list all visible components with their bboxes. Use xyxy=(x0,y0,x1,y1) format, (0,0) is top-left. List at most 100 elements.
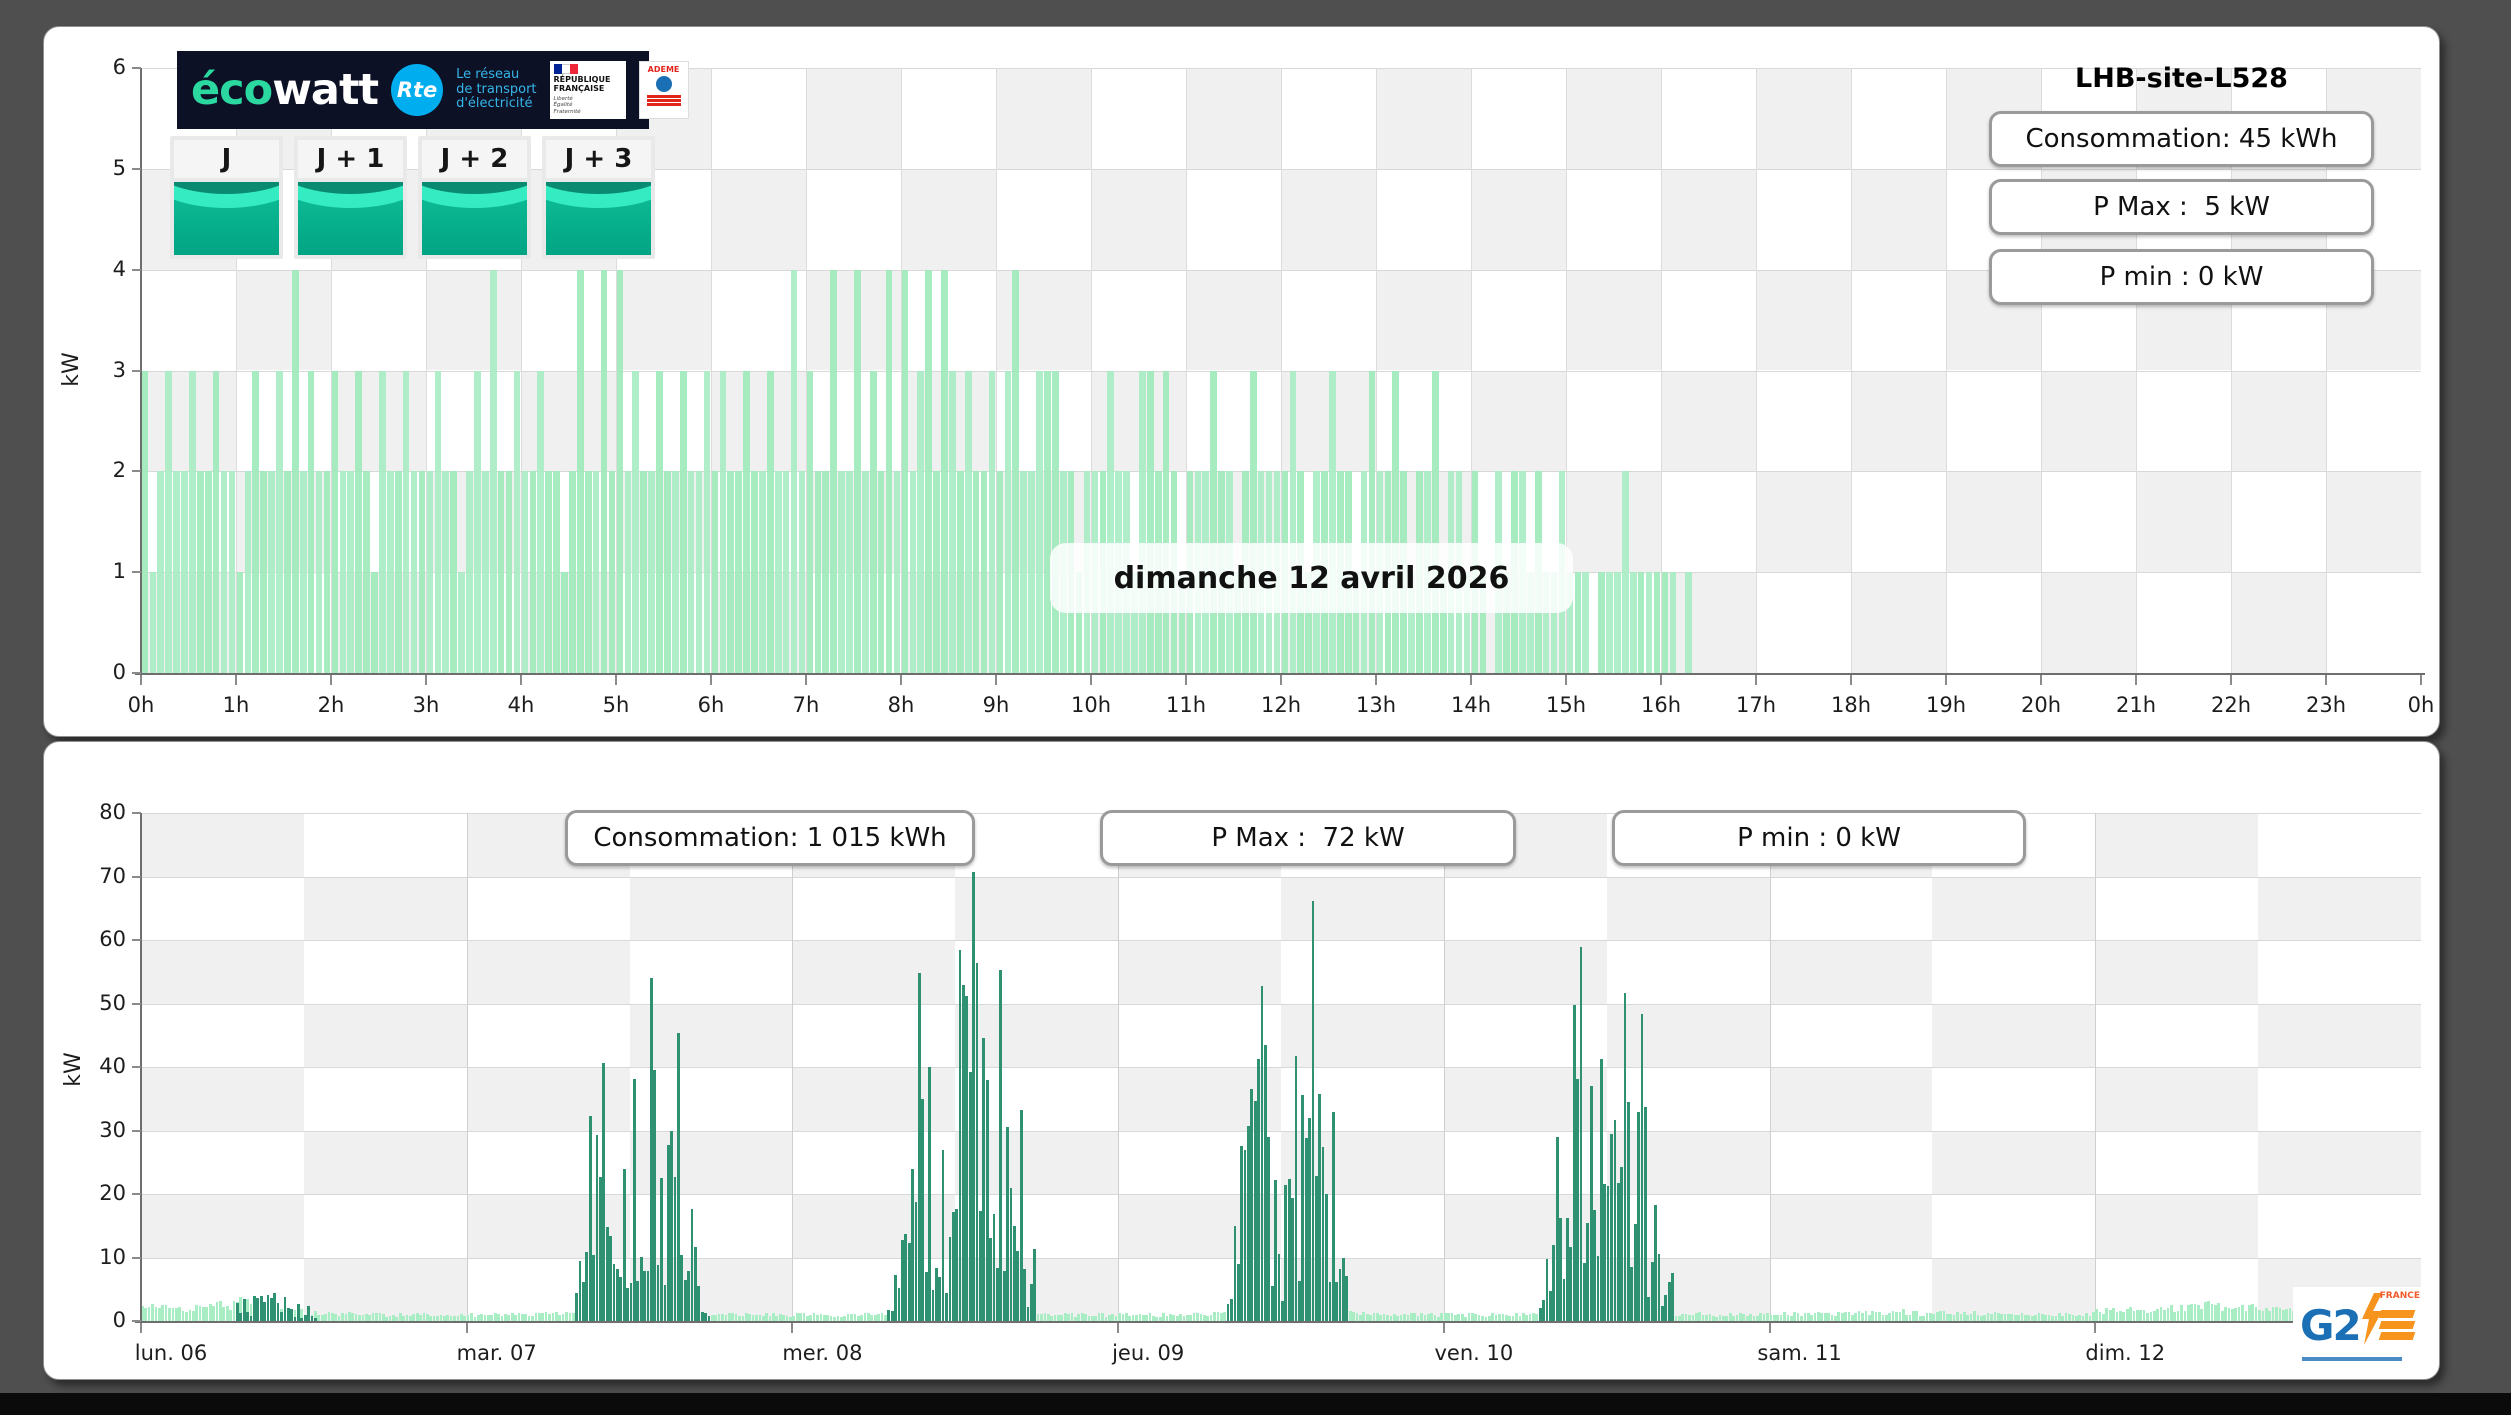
weekly-base-bar xyxy=(2037,1313,2041,1321)
daily-consumption-bar xyxy=(759,471,766,673)
x-tick xyxy=(1660,675,1662,685)
daily-consumption-bar xyxy=(1139,370,1146,673)
daily-consumption-bar xyxy=(553,471,560,673)
weekly-base-bar xyxy=(1199,1314,1203,1321)
weekly-base-bar xyxy=(2224,1306,2227,1321)
weekly-base-bar xyxy=(880,1313,884,1321)
weekly-base-bar xyxy=(1874,1311,1878,1321)
daily-consumption-bar xyxy=(1574,572,1582,673)
weekly-base-bar xyxy=(734,1313,738,1321)
weekly-base-bar xyxy=(1040,1314,1043,1321)
weekly-base-bar xyxy=(1925,1313,1929,1321)
weekly-base-bar xyxy=(2139,1309,2143,1321)
daily-consumption-bar xyxy=(379,370,386,673)
weekly-base-bar xyxy=(1912,1310,1915,1321)
daily-consumption-bar xyxy=(497,471,505,673)
daily-consumption-bar xyxy=(157,471,165,673)
gridline xyxy=(141,1130,2421,1132)
weekly-base-bar xyxy=(378,1313,382,1321)
weekly-base-bar xyxy=(1036,1314,1040,1321)
weekly-peak-bar xyxy=(283,1296,287,1321)
weekly-base-bar xyxy=(412,1313,416,1321)
x-tick-label: 0h xyxy=(2407,693,2435,717)
grid-cell xyxy=(1756,471,1851,573)
weekly-peak-bar xyxy=(1633,1223,1637,1321)
weekly-base-bar xyxy=(2142,1310,2146,1321)
x-tick-label: 1h xyxy=(222,693,250,717)
weekly-base-bar xyxy=(812,1312,816,1321)
weekly-base-bar xyxy=(1111,1313,1115,1321)
weekly-base-bar xyxy=(157,1307,161,1321)
grid-cell xyxy=(629,876,793,940)
weekly-peak-bar xyxy=(955,1208,959,1321)
grid-cell xyxy=(1851,168,1946,270)
weekly-base-bar xyxy=(1460,1314,1464,1321)
grid-cell xyxy=(1376,269,1471,371)
weekly-peak-bar xyxy=(1267,1136,1271,1321)
weekly-base-bar xyxy=(1864,1311,1868,1321)
weekly-base-bar xyxy=(1430,1312,1433,1321)
weekly-base-bar xyxy=(2247,1304,2251,1321)
x-tick xyxy=(1185,675,1187,685)
forecast-tile-j3[interactable]: J + 3 xyxy=(542,136,655,259)
daily-consumption-bar xyxy=(284,471,291,673)
daily-consumption-bar xyxy=(869,370,877,673)
weekly-base-bar xyxy=(375,1313,378,1321)
gridline xyxy=(1769,813,1771,1321)
daily-pmax-box: P Max : 5 kW xyxy=(1989,179,2374,235)
weekly-peak-bar xyxy=(1637,1111,1641,1321)
weekly-base-bar xyxy=(1996,1313,2000,1321)
weekly-base-bar xyxy=(2251,1303,2255,1321)
weekly-peak-bar xyxy=(653,1069,657,1321)
weekly-peak-bar xyxy=(887,1310,891,1321)
x-tick-label: ven. 10 xyxy=(1434,1341,1514,1365)
weekly-peak-bar xyxy=(636,1281,640,1321)
weekly-base-bar xyxy=(717,1313,721,1321)
daily-consumption-bar xyxy=(236,572,244,673)
ecowatt-logo: écowatt xyxy=(191,65,379,115)
forecast-tile-j[interactable]: J xyxy=(170,136,283,259)
daily-consumption-bar xyxy=(363,471,370,673)
weekly-peak-bar xyxy=(1542,1300,1546,1321)
daily-chart-panel: 0h 1h 2h 3h 4h 5h 6h 7h 8h 9h 10h 11h 12h 13h 14h 15h 16… xyxy=(43,26,2440,737)
weekly-base-bar xyxy=(1796,1312,1800,1321)
x-tick xyxy=(1945,675,1947,685)
gridline xyxy=(1946,68,1947,673)
weekly-plot-area[interactable]: lun. 06 mar. 07 mer. 08 jeu. 09 ven. 10 sam. … xyxy=(99,800,2425,1365)
daily-consumption-bar xyxy=(276,370,283,673)
daily-consumption-bar xyxy=(656,370,663,673)
weekly-peak-bar xyxy=(1260,985,1264,1321)
weekly-peak-bar xyxy=(683,1280,687,1321)
x-tick xyxy=(791,1323,794,1333)
weekly-peak-bar xyxy=(1661,1305,1664,1321)
x-tick xyxy=(1117,1323,1120,1333)
daily-consumption-bar xyxy=(1052,370,1059,673)
weekly-peak-bar xyxy=(673,1177,677,1321)
weekly-base-bar xyxy=(1077,1314,1081,1321)
grid-cell xyxy=(2258,1130,2421,1194)
x-tick xyxy=(1565,675,1567,685)
forecast-tile-j1[interactable]: J + 1 xyxy=(294,136,407,259)
y-tick xyxy=(132,1066,141,1068)
x-tick xyxy=(1375,675,1377,685)
weekly-base-bar xyxy=(1962,1312,1966,1321)
daily-consumption-bar xyxy=(988,370,996,673)
daily-consumption-bar xyxy=(331,370,339,673)
daily-consumption-bar xyxy=(838,471,845,673)
weekly-peak-bar xyxy=(1270,1285,1274,1321)
weekly-base-bar xyxy=(877,1314,880,1321)
weekly-peak-bar xyxy=(687,1271,691,1321)
weekly-peak-bar xyxy=(619,1276,623,1321)
weekly-peak-bar xyxy=(286,1308,290,1321)
weekly-base-bar xyxy=(2241,1305,2244,1321)
weekly-base-bar xyxy=(2261,1311,2265,1321)
daily-consumption-bar xyxy=(1329,370,1336,673)
weekly-base-bar xyxy=(850,1313,853,1321)
weekly-base-bar xyxy=(2217,1302,2221,1321)
weekly-base-bar xyxy=(2220,1310,2224,1321)
weekly-base-bar xyxy=(2169,1305,2173,1321)
y-tick-label: 10 xyxy=(99,1244,126,1269)
forecast-tile-j2[interactable]: J + 2 xyxy=(418,136,531,259)
weekly-peak-bar xyxy=(236,1303,239,1321)
x-tick xyxy=(995,675,997,685)
